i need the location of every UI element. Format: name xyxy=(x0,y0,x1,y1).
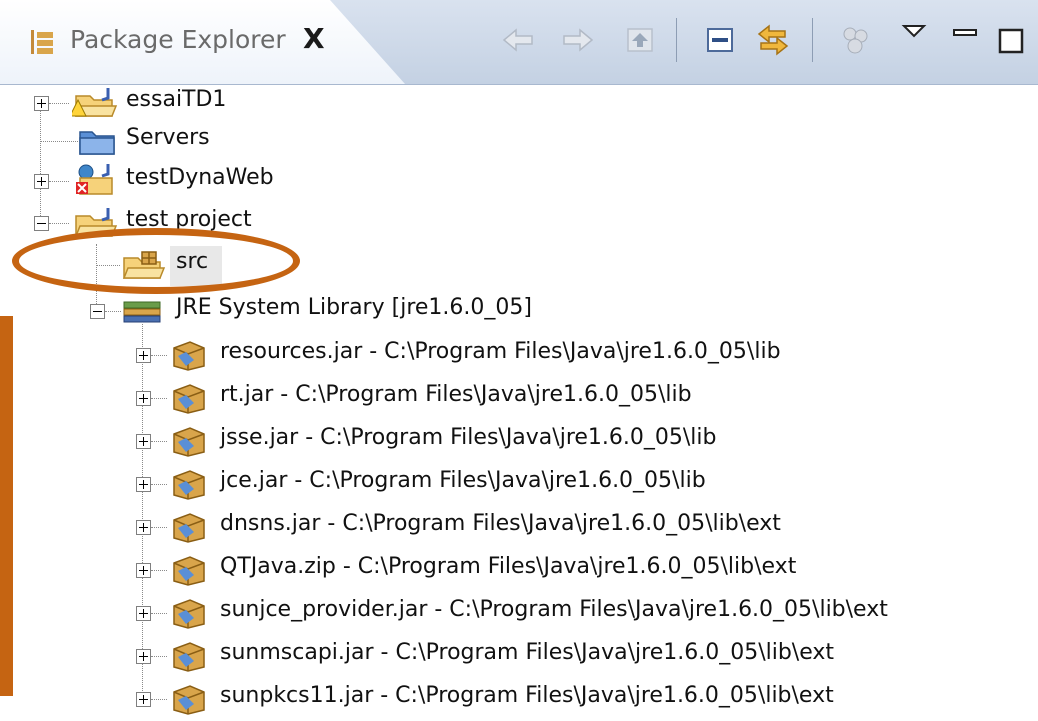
tree-item-jar[interactable]: jce.jar - C:\Program Files\Java\jre1.6.0… xyxy=(0,465,1000,503)
jar-icon xyxy=(173,427,205,457)
library-icon xyxy=(123,301,161,323)
forward-icon[interactable] xyxy=(560,20,596,60)
view-title: Package Explorer xyxy=(70,25,286,54)
jar-icon xyxy=(173,556,205,586)
tree-item-label: jsse.jar - C:\Program Files\Java\jre1.6.… xyxy=(220,425,717,450)
jar-icon xyxy=(173,513,205,543)
tree-item-jar[interactable]: sunpkcs11.jar - C:\Program Files\Java\jr… xyxy=(0,680,1000,718)
expand-toggle[interactable] xyxy=(136,606,151,621)
tree-item-jar[interactable]: rt.jar - C:\Program Files\Java\jre1.6.0_… xyxy=(0,379,1000,417)
package-explorer-icon xyxy=(31,30,53,54)
expand-toggle[interactable] xyxy=(136,391,151,406)
jar-icon xyxy=(173,599,205,629)
tree-item-label: essaiTD1 xyxy=(126,87,227,112)
expand-toggle[interactable] xyxy=(136,649,151,664)
tree-item-label: Servers xyxy=(126,125,210,150)
tree-item-label: sunjce_provider.jar - C:\Program Files\J… xyxy=(220,597,888,622)
web-project-error-icon xyxy=(76,164,113,195)
expand-toggle[interactable] xyxy=(136,348,151,363)
tree-item-essaitd1[interactable]: essaiTD1 xyxy=(0,84,400,122)
jar-icon xyxy=(173,685,205,715)
collapse-toggle[interactable] xyxy=(34,216,49,231)
jar-icon xyxy=(173,470,205,500)
tree-item-label: rt.jar - C:\Program Files\Java\jre1.6.0_… xyxy=(220,382,692,407)
jar-icon xyxy=(173,384,205,414)
jar-icon xyxy=(173,341,205,371)
maximize-icon[interactable] xyxy=(994,20,1030,60)
tree-item-label: JRE System Library [jre1.6.0_05] xyxy=(176,295,532,320)
back-icon[interactable] xyxy=(500,20,536,60)
collapse-toggle[interactable] xyxy=(90,304,105,319)
tree-item-label: dnsns.jar - C:\Program Files\Java\jre1.6… xyxy=(220,511,781,536)
package-tree[interactable]: essaiTD1 Servers testDynaWeb test projec… xyxy=(0,84,1038,721)
expand-toggle[interactable] xyxy=(136,692,151,707)
folder-icon xyxy=(79,131,115,155)
package-explorer-tab[interactable]: Package Explorer X xyxy=(0,0,405,84)
tree-item-jar[interactable]: jsse.jar - C:\Program Files\Java\jre1.6.… xyxy=(0,422,1000,460)
tree-item-label: resources.jar - C:\Program Files\Java\jr… xyxy=(220,339,781,364)
annotation-ellipse xyxy=(12,228,300,294)
tree-item-jar[interactable]: sunmscapi.jar - C:\Program Files\Java\jr… xyxy=(0,637,1000,675)
collapse-all-icon[interactable] xyxy=(702,20,738,60)
annotation-bar xyxy=(0,316,13,696)
tree-item-jar[interactable]: dnsns.jar - C:\Program Files\Java\jre1.6… xyxy=(0,508,1000,546)
expand-toggle[interactable] xyxy=(136,520,151,535)
tree-item-jar[interactable]: QTJava.zip - C:\Program Files\Java\jre1.… xyxy=(0,551,1000,589)
tree-item-label: sunmscapi.jar - C:\Program Files\Java\jr… xyxy=(220,640,835,665)
expand-toggle[interactable] xyxy=(34,96,49,111)
expand-toggle[interactable] xyxy=(136,434,151,449)
tree-item-label: QTJava.zip - C:\Program Files\Java\jre1.… xyxy=(220,554,797,579)
tree-item-label: jce.jar - C:\Program Files\Java\jre1.6.0… xyxy=(220,468,706,493)
link-with-editor-icon[interactable] xyxy=(755,20,791,60)
view-menu-icon[interactable] xyxy=(898,20,934,60)
tree-item-label: testDynaWeb xyxy=(126,165,274,190)
minimize-icon[interactable] xyxy=(948,20,984,60)
tree-item-jar[interactable]: resources.jar - C:\Program Files\Java\jr… xyxy=(0,336,1000,374)
expand-toggle[interactable] xyxy=(34,174,49,189)
close-view-button[interactable]: X xyxy=(303,22,325,55)
tree-item-servers[interactable]: Servers xyxy=(0,122,400,160)
filters-icon[interactable] xyxy=(838,20,874,60)
up-icon[interactable] xyxy=(622,20,658,60)
view-header: Package Explorer X xyxy=(0,0,1038,85)
expand-toggle[interactable] xyxy=(136,477,151,492)
tree-item-jre-library[interactable]: JRE System Library [jre1.6.0_05] xyxy=(0,292,700,330)
java-project-warning-icon xyxy=(72,88,118,117)
jar-icon xyxy=(173,642,205,672)
tree-item-label: sunpkcs11.jar - C:\Program Files\Java\jr… xyxy=(220,683,834,708)
tree-item-testdynaweb[interactable]: testDynaWeb xyxy=(0,162,400,200)
expand-toggle[interactable] xyxy=(136,563,151,578)
tree-item-jar[interactable]: sunjce_provider.jar - C:\Program Files\J… xyxy=(0,594,1000,632)
